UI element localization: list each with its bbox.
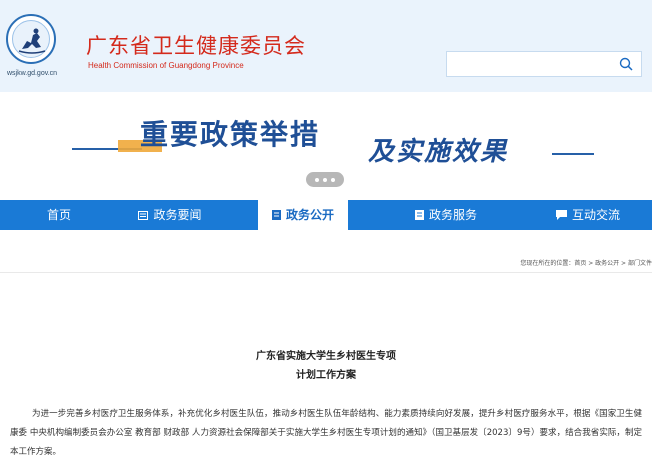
nav-item-home[interactable]: 首页 bbox=[28, 200, 90, 230]
nav-item-news[interactable]: 政务要闻 bbox=[128, 200, 212, 230]
org-name-en: Health Commission of Guangdong Province bbox=[88, 61, 244, 70]
emblem-logo-icon[interactable] bbox=[6, 14, 56, 64]
nav-item-label: 政务要闻 bbox=[153, 208, 202, 222]
breadcrumb[interactable]: 您现在所在的位置：首页 > 政务公开 > 部门文件 bbox=[520, 258, 652, 267]
news-icon bbox=[138, 211, 149, 220]
document-icon bbox=[271, 210, 281, 220]
org-name-cn[interactable]: 广东省卫生健康委员会 bbox=[86, 34, 306, 58]
search-box bbox=[446, 51, 642, 77]
carousel-dot[interactable] bbox=[315, 178, 319, 182]
emblem-inner bbox=[12, 20, 50, 58]
nav-item-gov-affairs-open[interactable]: 政务公开 bbox=[258, 200, 348, 230]
document-title-line1: 广东省实施大学生乡村医生专项 bbox=[256, 351, 396, 362]
divider bbox=[0, 272, 652, 273]
nav-item-interaction[interactable]: 互动交流 bbox=[546, 200, 630, 230]
site-domain: wsjkw.gd.gov.cn bbox=[6, 70, 58, 77]
document-title-line2: 计划工作方案 bbox=[296, 370, 356, 381]
nav-item-label: 政务服务 bbox=[428, 208, 477, 222]
banner-title-part1: 重要政策举措 bbox=[140, 118, 321, 151]
nav-item-label: 政务公开 bbox=[285, 208, 334, 222]
main-nav: 首页 政务要闻 政务公开 政务服务 互动交流 bbox=[0, 200, 652, 230]
nav-item-label: 首页 bbox=[46, 208, 71, 222]
carousel-dot[interactable] bbox=[323, 178, 327, 182]
horse-rider-icon bbox=[18, 28, 46, 54]
carousel-dots[interactable] bbox=[306, 172, 344, 187]
policy-banner[interactable]: 重要政策举措 及实施效果 bbox=[0, 92, 652, 200]
banner-title-part2: 及实施效果 bbox=[368, 137, 509, 167]
chat-icon bbox=[555, 210, 567, 220]
service-icon bbox=[414, 210, 424, 220]
nav-item-services[interactable]: 政务服务 bbox=[404, 200, 488, 230]
carousel-dot[interactable] bbox=[331, 178, 335, 182]
search-input[interactable] bbox=[447, 52, 615, 76]
search-icon[interactable] bbox=[619, 57, 633, 71]
site-header: wsjkw.gd.gov.cn 广东省卫生健康委员会 Health Commis… bbox=[0, 0, 652, 92]
nav-item-label: 互动交流 bbox=[571, 208, 620, 222]
banner-decor-line-right bbox=[552, 153, 594, 155]
document-body-paragraph: 为进一步完善乡村医疗卫生服务体系，补充优化乡村医生队伍，推动乡村医生队伍年龄结构… bbox=[10, 409, 642, 457]
